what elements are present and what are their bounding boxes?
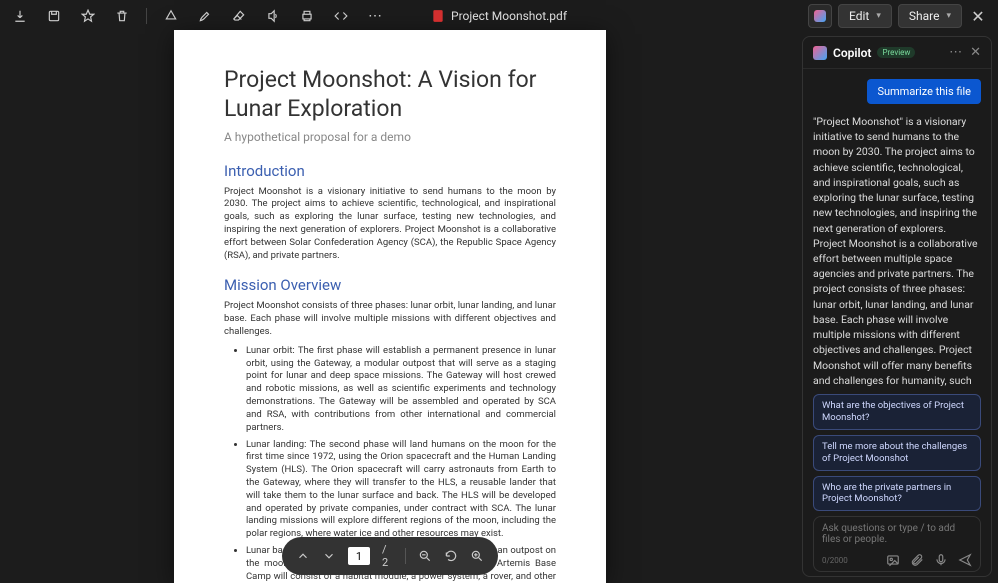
copilot-logo-icon [813,46,827,60]
file-title-group: Project Moonshot.pdf [431,9,567,23]
suggestion-chip[interactable]: Tell me more about the challenges of Pro… [813,435,981,471]
viewer-toolbar: ⋯ Project Moonshot.pdf Edit Share ✕ [0,0,998,32]
highlight-icon[interactable] [161,6,181,26]
copilot-body: Summarize this file "Project Moonshot" i… [803,69,991,576]
file-title: Project Moonshot.pdf [451,9,567,23]
copilot-panel: Copilot Preview ⋯ ✕ Summarize this file … [802,36,992,577]
list-item: Lunar landing: The second phase will lan… [246,439,556,542]
separator [405,548,406,564]
suggestion-chip[interactable]: Who are the private partners in Project … [813,476,981,512]
erase-icon[interactable] [229,6,249,26]
list-item: Lunar orbit: The first phase will establ… [246,345,556,435]
save-icon[interactable] [44,6,64,26]
copilot-summary-text: "Project Moonshot" is a visionary initia… [813,114,981,386]
intro-paragraph: Project Moonshot is a visionary initiati… [224,186,556,263]
separator [146,8,147,24]
download-icon[interactable] [10,6,30,26]
copilot-name: Copilot [833,46,871,60]
suggestion-chip[interactable]: What are the objectives of Project Moons… [813,394,981,430]
suggestion-chips: What are the objectives of Project Moons… [813,394,981,511]
toolbar-left-group: ⋯ [10,6,385,26]
doc-h1: Project Moonshot: A Vision for Lunar Exp… [224,66,556,124]
delete-icon[interactable] [112,6,132,26]
share-button[interactable]: Share [898,4,962,28]
composer-input[interactable]: Ask questions or type / to add files or … [822,523,972,549]
page-total: / 2 [382,543,393,569]
send-icon[interactable] [958,553,972,567]
document-page: Project Moonshot: A Vision for Lunar Exp… [174,30,606,583]
doc-subtitle: A hypothetical proposal for a demo [224,130,556,144]
print-icon[interactable] [297,6,317,26]
document-viewport: Project Moonshot: A Vision for Lunar Exp… [174,30,606,583]
edit-button[interactable]: Edit [838,4,892,28]
char-counter: 0/2000 [822,556,848,565]
read-aloud-icon[interactable] [263,6,283,26]
code-icon[interactable] [331,6,351,26]
close-viewer-icon[interactable]: ✕ [968,6,988,26]
rotate-icon[interactable] [444,549,458,563]
mic-icon[interactable] [934,553,948,567]
overview-paragraph: Project Moonshot consists of three phase… [224,300,556,338]
section-heading-intro: Introduction [224,162,556,180]
summarize-button[interactable]: Summarize this file [867,79,981,104]
star-icon[interactable] [78,6,98,26]
zoom-in-icon[interactable] [470,549,484,563]
page-number-input[interactable] [348,547,370,565]
preview-badge: Preview [877,47,915,58]
composer: Ask questions or type / to add files or … [813,516,981,572]
copilot-more-icon[interactable]: ⋯ [949,45,962,60]
copilot-launcher-icon[interactable] [808,4,832,28]
page-down-icon[interactable] [322,549,336,563]
zoom-out-icon[interactable] [418,549,432,563]
attach-icon[interactable] [910,553,924,567]
image-icon[interactable] [886,553,900,567]
section-heading-overview: Mission Overview [224,276,556,294]
page-controls: / 2 [282,537,498,575]
copilot-close-icon[interactable]: ✕ [970,45,981,60]
pdf-file-icon [431,9,445,23]
toolbar-right-group: Edit Share ✕ [808,4,988,28]
more-icon[interactable]: ⋯ [365,6,385,26]
page-up-icon[interactable] [296,549,310,563]
draw-icon[interactable] [195,6,215,26]
copilot-header: Copilot Preview ⋯ ✕ [803,37,991,69]
